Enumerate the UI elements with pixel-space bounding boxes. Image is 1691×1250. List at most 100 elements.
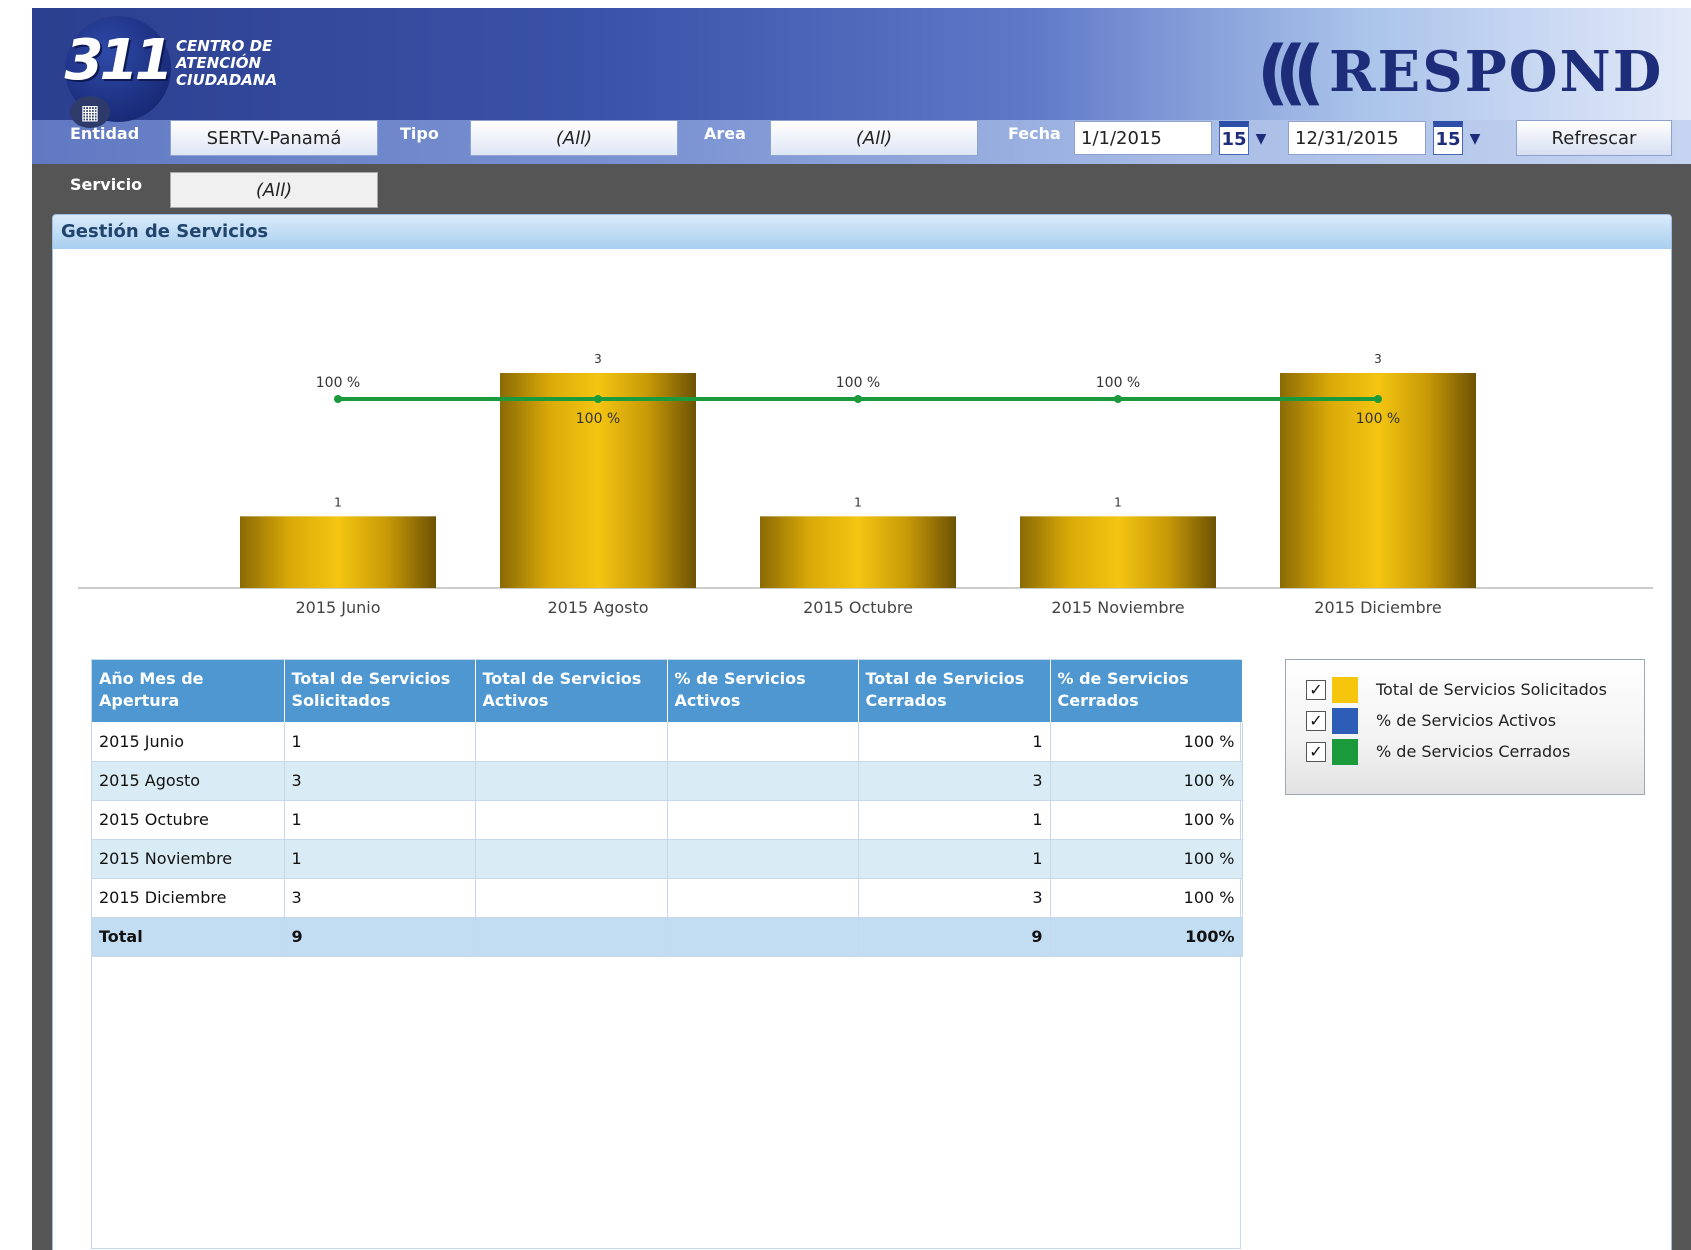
line-point	[594, 395, 602, 403]
column-header[interactable]: Total de Servicios Solicitados	[284, 660, 476, 722]
logo-text-line: CIUDADANA	[176, 71, 278, 89]
logo-text-line: CENTRO DE	[176, 37, 273, 55]
calendar-from-icon[interactable]: 15	[1219, 121, 1249, 155]
fecha-from-input[interactable]: 1/1/2015	[1074, 121, 1212, 155]
cell-pct-activos	[667, 722, 859, 762]
calendar-to-icon[interactable]: 15	[1433, 121, 1463, 155]
cell-solicitados: 3	[284, 761, 476, 801]
cell-activos	[475, 800, 668, 840]
cell-month: 2015 Junio	[92, 722, 285, 762]
legend-swatch	[1332, 738, 1358, 765]
fecha-to-input[interactable]: 12/31/2015	[1288, 121, 1426, 155]
cell-month: 2015 Agosto	[92, 761, 285, 801]
line-value-label: 100 %	[576, 411, 620, 427]
panel-title: Gestión de Servicios	[53, 215, 1671, 249]
servicio-label: Servicio	[70, 175, 143, 194]
chart-legend: ✓ Total de Servicios Solicitados ✓ % de …	[1285, 659, 1645, 795]
legend-swatch	[1332, 676, 1358, 703]
brand-logo: ((( RESPOND	[1257, 22, 1663, 122]
cell-total-cerrados: 9	[858, 917, 1051, 957]
cell-cerrados: 1	[858, 800, 1051, 840]
legend-item[interactable]: ✓ Total de Servicios Solicitados	[1286, 674, 1644, 705]
column-header[interactable]: Año Mes de Apertura	[92, 660, 285, 722]
dropdown-to-icon[interactable]: ▼	[1467, 130, 1483, 148]
line-point	[1114, 395, 1122, 403]
area-label: Area	[704, 124, 746, 143]
area-select[interactable]: (All)	[770, 120, 978, 156]
column-header[interactable]: Total de Servicios Cerrados	[858, 660, 1051, 722]
header-banner: 311 ▦ CENTRO DE ATENCIÓN CIUDADANA ((( R…	[32, 8, 1691, 164]
chart-bar	[500, 373, 696, 588]
line-value-label: 100 %	[1096, 375, 1140, 391]
table-row: 2015 Agosto 3 3 100 %	[92, 761, 1243, 801]
line-point	[854, 395, 862, 403]
x-tick-label: 2015 Agosto	[547, 598, 648, 617]
cell-pct-cerrados: 100 %	[1050, 839, 1243, 879]
cell-activos	[475, 839, 668, 879]
refresh-button[interactable]: Refrescar	[1516, 120, 1672, 156]
cell-cerrados: 1	[858, 722, 1051, 762]
cell-pct-cerrados: 100 %	[1050, 722, 1243, 762]
column-header[interactable]: % de Servicios Activos	[667, 660, 859, 722]
tipo-label: Tipo	[400, 124, 439, 143]
x-tick-label: 2015 Diciembre	[1314, 598, 1441, 617]
entidad-label: Entidad	[70, 124, 140, 143]
logo-text: CENTRO DE ATENCIÓN CIUDADANA	[176, 38, 277, 89]
bar-value-label: 1	[334, 495, 342, 509]
cell-total-activos	[475, 917, 668, 957]
cell-month: 2015 Diciembre	[92, 878, 285, 918]
bar-value-label: 3	[594, 352, 602, 366]
logo-number: 311	[64, 28, 174, 93]
cell-solicitados: 1	[284, 800, 476, 840]
dropdown-from-icon[interactable]: ▼	[1253, 130, 1269, 148]
legend-item[interactable]: ✓ % de Servicios Cerrados	[1286, 736, 1644, 767]
fecha-label: Fecha	[1008, 124, 1061, 143]
column-header[interactable]: Total de Servicios Activos	[475, 660, 668, 722]
cell-cerrados: 3	[858, 878, 1051, 918]
x-tick-label: 2015 Octubre	[803, 598, 913, 617]
table-row: 2015 Noviembre 1 1 100 %	[92, 839, 1243, 879]
cell-activos	[475, 878, 668, 918]
table-header-row: Año Mes de Apertura Total de Servicios S…	[92, 660, 1243, 722]
services-table: Año Mes de Apertura Total de Servicios S…	[91, 659, 1243, 1249]
cell-total-pct-activos	[667, 917, 859, 957]
legend-item[interactable]: ✓ % de Servicios Activos	[1286, 705, 1644, 736]
cell-total-label: Total	[92, 917, 285, 957]
services-chart: 1 2015 Junio 100 % 3 2015 Agosto 100 % 1 2015 O…	[78, 352, 1653, 617]
cell-solicitados: 3	[284, 878, 476, 918]
cell-pct-cerrados: 100 %	[1050, 761, 1243, 801]
bar-value-label: 3	[1374, 352, 1382, 366]
column-header[interactable]: % de Servicios Cerrados	[1050, 660, 1243, 722]
x-tick-label: 2015 Noviembre	[1051, 598, 1184, 617]
line-value-label: 100 %	[316, 375, 360, 391]
table-row: 2015 Octubre 1 1 100 %	[92, 800, 1243, 840]
legend-label: % de Servicios Activos	[1376, 711, 1557, 730]
line-point	[334, 395, 342, 403]
servicio-select[interactable]: (All)	[170, 172, 378, 208]
bar-value-label: 1	[854, 495, 862, 509]
checkbox-icon[interactable]: ✓	[1306, 741, 1326, 762]
chart-bar	[240, 516, 436, 588]
checkbox-icon[interactable]: ✓	[1306, 710, 1326, 731]
legend-label: % de Servicios Cerrados	[1376, 742, 1571, 761]
chart-bar	[1280, 373, 1476, 588]
cell-pct-activos	[667, 800, 859, 840]
table-total-row: Total 9 9 100%	[92, 917, 1243, 957]
cell-total-pct-cerrados: 100%	[1050, 917, 1243, 957]
checkbox-icon[interactable]: ✓	[1306, 679, 1326, 700]
legend-label: Total de Servicios Solicitados	[1376, 680, 1607, 699]
cell-pct-activos	[667, 839, 859, 879]
entidad-select[interactable]: SERTV-Panamá	[170, 120, 378, 156]
cell-solicitados: 1	[284, 839, 476, 879]
chart-bar	[760, 516, 956, 588]
brand-waves-icon: (((	[1257, 31, 1325, 113]
cell-activos	[475, 722, 668, 762]
logo-text-line: ATENCIÓN	[176, 54, 262, 72]
cell-pct-cerrados: 100 %	[1050, 878, 1243, 918]
bar-value-label: 1	[1114, 495, 1122, 509]
cell-pct-activos	[667, 878, 859, 918]
cell-solicitados: 1	[284, 722, 476, 762]
cell-activos	[475, 761, 668, 801]
tipo-select[interactable]: (All)	[470, 120, 678, 156]
gestion-panel: Gestión de Servicios 1 2015 Junio 100 % 3 20…	[52, 214, 1672, 1250]
